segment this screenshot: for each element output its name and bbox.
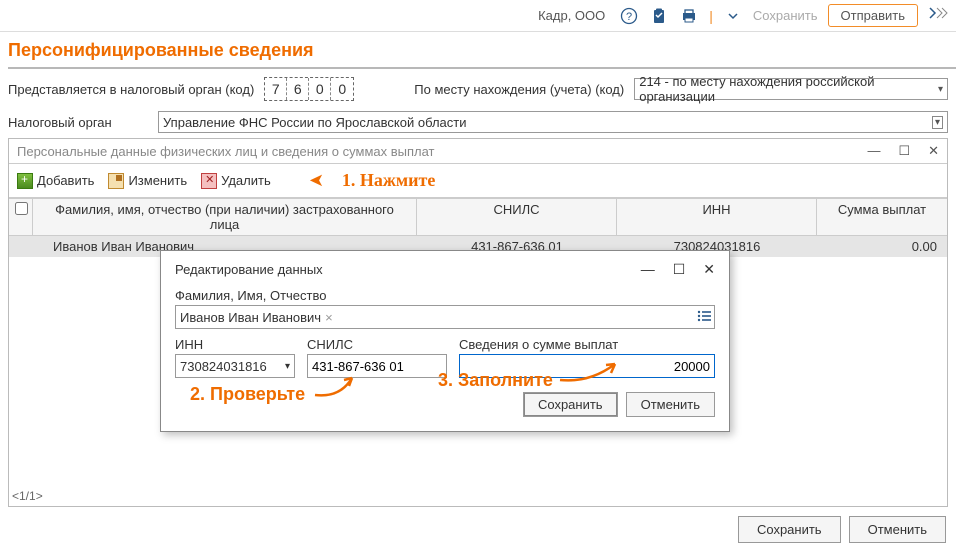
send-button[interactable]: Отправить (828, 4, 918, 27)
snils-column-header[interactable]: СНИЛС (417, 199, 617, 235)
inn-label: ИНН (175, 337, 295, 352)
topbar: Кадр, ООО ? | Сохранить Отправить (0, 0, 956, 32)
name-column-header[interactable]: Фамилия, имя, отчество (при наличии) зас… (33, 199, 417, 235)
minimize-icon[interactable]: — (641, 261, 655, 278)
digit: 0 (309, 78, 331, 100)
clipboard-icon[interactable] (649, 6, 669, 26)
digit: 6 (287, 78, 309, 100)
dialog-save-button[interactable]: Сохранить (523, 392, 618, 417)
annotation-arrow-icon (555, 358, 625, 386)
row-sum: 0.00 (817, 236, 947, 257)
page-save-button[interactable]: Сохранить (738, 516, 841, 543)
persons-toolbar: Добавить Изменить Удалить ➤ 1. Нажмите (9, 164, 947, 198)
row-tax-org: Налоговый орган Управление ФНС России по… (0, 105, 956, 139)
delete-button-label: Удалить (221, 173, 271, 188)
tax-code-input[interactable]: 7 6 0 0 (264, 77, 354, 101)
tax-org-value: Управление ФНС России по Ярославской обл… (163, 115, 466, 130)
tax-org-label: Налоговый орган (8, 115, 148, 130)
add-button[interactable]: Добавить (17, 173, 94, 189)
persons-window-title: Персональные данные физических лиц и све… (17, 144, 435, 159)
clear-icon[interactable]: × (325, 310, 333, 325)
row-tax-authority: Представляется в налоговый орган (код) 7… (0, 69, 956, 105)
save-text[interactable]: Сохранить (753, 8, 818, 23)
place-code-label: По месту нахождения (учета) (код) (414, 82, 624, 97)
page-cancel-button[interactable]: Отменить (849, 516, 946, 543)
annotation-arrow-icon: ➤ (309, 170, 324, 191)
edit-button-label: Изменить (128, 173, 187, 188)
select-all-checkbox[interactable] (15, 202, 28, 215)
close-icon[interactable]: ✕ (928, 143, 939, 159)
fio-input[interactable]: Иванов Иван Иванович × (175, 305, 715, 329)
tax-code-label: Представляется в налоговый орган (код) (8, 82, 254, 97)
sum-column-header[interactable]: Сумма выплат (817, 199, 947, 235)
annotation-3: 3. Заполните (438, 370, 553, 391)
close-icon[interactable]: ✕ (703, 261, 715, 278)
chevron-down-icon: ▾ (938, 84, 943, 95)
place-code-value: 214 - по месту нахождения российской орг… (639, 74, 932, 104)
digit: 7 (265, 78, 287, 100)
dialog-cancel-button[interactable]: Отменить (626, 392, 715, 417)
dropdown-button-icon: ▾ (932, 116, 943, 129)
tax-org-select[interactable]: Управление ФНС России по Ярославской обл… (158, 111, 948, 133)
edit-button[interactable]: Изменить (108, 173, 187, 189)
annotation-2-text: 2. Проверьте (190, 384, 305, 404)
snils-label: СНИЛС (307, 337, 447, 352)
delete-icon (201, 173, 217, 189)
bottom-buttons: Сохранить Отменить (738, 516, 946, 543)
digit: 0 (331, 78, 353, 100)
annotation-3-text: 3. Заполните (438, 370, 553, 390)
fio-value: Иванов Иван Иванович (180, 310, 321, 325)
fio-label: Фамилия, Имя, Отчество (175, 288, 715, 303)
place-code-select[interactable]: 214 - по месту нахождения российской орг… (634, 78, 948, 100)
persons-window-titlebar: Персональные данные физических лиц и све… (9, 139, 947, 164)
chevron-down-icon[interactable] (723, 6, 743, 26)
help-icon[interactable]: ? (619, 6, 639, 26)
checkbox-column[interactable] (9, 199, 33, 235)
list-icon[interactable] (696, 309, 712, 326)
annotation-2: 2. Проверьте (190, 370, 360, 405)
separator-icon: | (709, 8, 713, 24)
add-icon (17, 173, 33, 189)
page-title: Персонифицированные сведения (0, 32, 956, 67)
annotation-arrow-icon (310, 370, 360, 400)
maximize-icon[interactable]: ☐ (898, 143, 910, 159)
persons-table-head: Фамилия, имя, отчество (при наличии) зас… (9, 198, 947, 236)
maximize-icon[interactable]: ☐ (673, 261, 686, 278)
delete-button[interactable]: Удалить (201, 173, 271, 189)
print-icon[interactable] (679, 6, 699, 26)
pager: <1/1> (8, 485, 47, 507)
inn-column-header[interactable]: ИНН (617, 199, 817, 235)
dialog-title: Редактирование данных (175, 262, 323, 277)
edit-icon (108, 173, 124, 189)
add-button-label: Добавить (37, 173, 94, 188)
company-name: Кадр, ООО (538, 8, 605, 23)
annotation-1: 1. Нажмите (342, 170, 436, 191)
close-icon[interactable] (928, 6, 948, 25)
sum-label: Сведения о сумме выплат (459, 337, 715, 352)
svg-text:?: ? (626, 11, 632, 23)
minimize-icon[interactable]: — (867, 143, 880, 159)
